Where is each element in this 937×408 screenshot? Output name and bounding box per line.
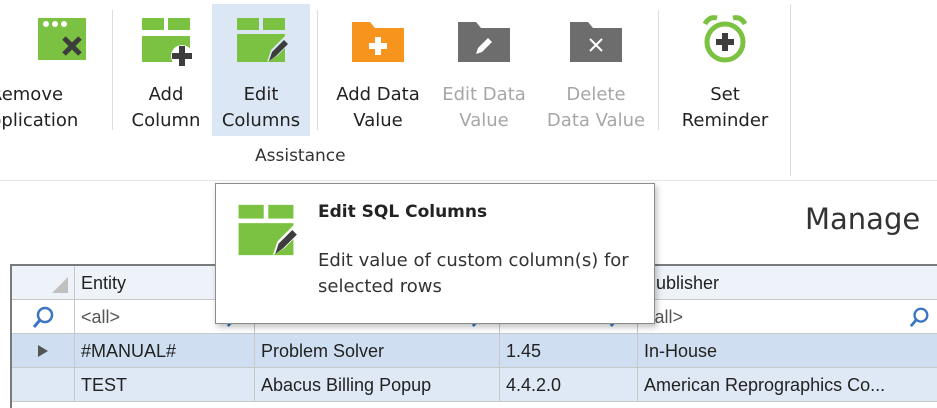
- table-row[interactable]: #MANUAL# Problem Solver 1.45 In-House: [12, 334, 937, 368]
- add-data-value-button[interactable]: Add Data Value: [326, 4, 430, 136]
- edit-columns-icon: [238, 204, 298, 256]
- edit-data-value-button[interactable]: Edit Data Value: [432, 4, 536, 136]
- remove-application-button[interactable]: Remove pplication: [0, 4, 108, 136]
- filter-publisher[interactable]: <all>: [638, 300, 937, 334]
- edit-columns-label-2: Columns: [221, 110, 301, 131]
- delete-folder-icon: [570, 22, 622, 62]
- set-reminder-label-2: Reminder: [681, 110, 769, 131]
- ribbon-group-label: Assistance: [255, 146, 346, 166]
- table-cell[interactable]: 4.4.2.0: [500, 368, 638, 402]
- delete-data-value-label-2: Data Value: [546, 110, 646, 131]
- edit-columns-icon: [237, 18, 289, 62]
- table-cell[interactable]: 1.45: [500, 334, 638, 368]
- set-reminder-button[interactable]: Set Reminder: [666, 4, 784, 136]
- filter-entity-value: <all>: [81, 307, 121, 327]
- remove-application-label-1: Remove: [0, 84, 64, 105]
- ribbon-separator: [317, 10, 318, 130]
- ribbon-separator: [790, 4, 791, 176]
- ribbon: Remove pplication Add Column: [0, 0, 937, 182]
- current-row-arrow-icon: [38, 345, 48, 357]
- edit-data-value-label-2: Value: [459, 110, 509, 131]
- grid-corner[interactable]: [12, 266, 75, 300]
- add-column-button[interactable]: Add Column: [122, 4, 210, 136]
- ribbon-separator: [658, 10, 659, 130]
- edit-folder-icon: [458, 22, 510, 62]
- tooltip-title: Edit SQL Columns: [318, 202, 488, 222]
- search-icon[interactable]: [909, 306, 931, 328]
- delete-data-value-button[interactable]: Delete Data Value: [538, 4, 654, 136]
- add-data-value-label-2: Value: [353, 110, 403, 131]
- add-data-value-label-1: Add Data: [336, 84, 420, 105]
- row-indicator[interactable]: [12, 368, 75, 402]
- column-header-publisher[interactable]: Publisher: [638, 266, 937, 300]
- edit-data-value-label-1: Edit Data: [442, 84, 526, 105]
- table-row[interactable]: TEST Abacus Billing Popup 4.4.2.0 Americ…: [12, 368, 937, 402]
- table-cell[interactable]: Problem Solver: [255, 334, 500, 368]
- ribbon-separator: [112, 10, 113, 130]
- table-cell[interactable]: In-House: [638, 334, 937, 368]
- edit-columns-button[interactable]: Edit Columns: [212, 4, 310, 136]
- row-indicator[interactable]: [12, 334, 75, 368]
- set-reminder-label-1: Set: [710, 84, 740, 105]
- alarm-clock-icon: [702, 15, 748, 63]
- remove-app-icon: [38, 18, 86, 60]
- table-cell[interactable]: #MANUAL#: [75, 334, 255, 368]
- add-column-icon: [142, 18, 193, 67]
- table-cell[interactable]: TEST: [75, 368, 255, 402]
- filter-row-indicator: [12, 300, 75, 334]
- table-cell[interactable]: Abacus Billing Popup: [255, 368, 500, 402]
- add-column-label-1: Add: [148, 84, 184, 105]
- select-all-icon: [52, 277, 68, 293]
- edit-columns-label-1: Edit: [243, 84, 279, 105]
- search-icon: [32, 306, 54, 328]
- edit-columns-tooltip: Edit SQL Columns Edit value of custom co…: [215, 183, 655, 324]
- add-column-label-2: Column: [131, 110, 201, 131]
- delete-data-value-label-1: Delete: [566, 84, 626, 105]
- ribbon-bottom-border: [0, 180, 937, 181]
- page-title: Manage: [805, 202, 921, 236]
- tooltip-description: Edit value of custom column(s) for selec…: [318, 250, 629, 297]
- remove-application-label-2: pplication: [0, 110, 79, 131]
- add-folder-icon: [352, 22, 404, 62]
- table-cell[interactable]: American Reprographics Co...: [638, 368, 937, 402]
